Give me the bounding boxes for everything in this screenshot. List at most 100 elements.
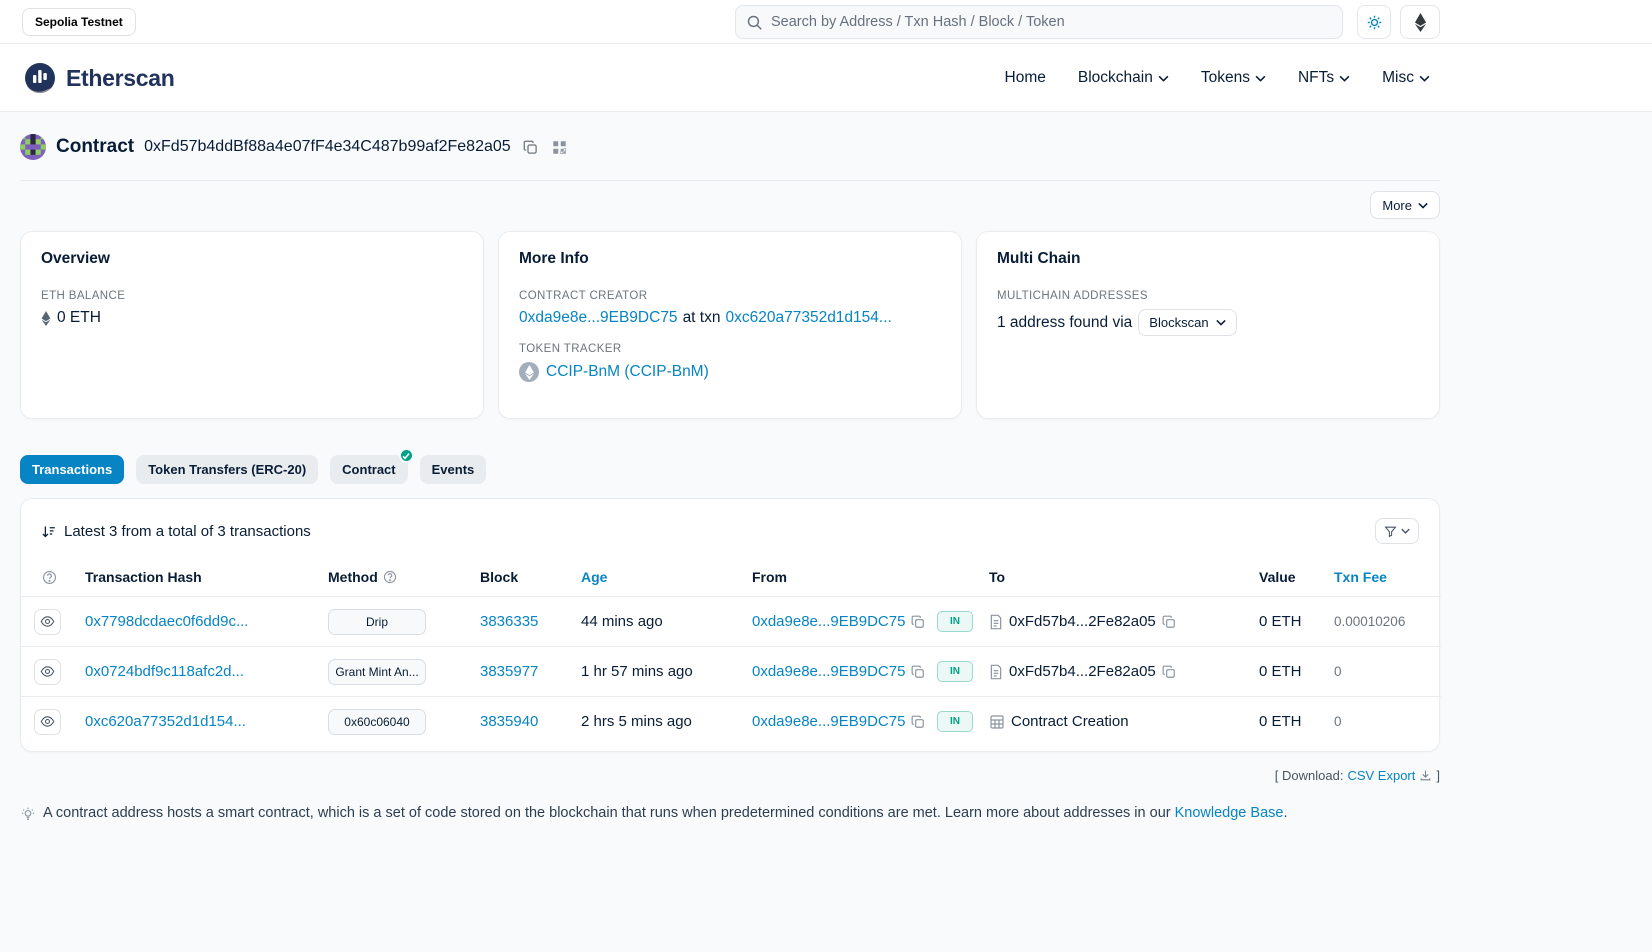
download-icon: [1419, 769, 1432, 782]
contract-address: 0xFd57b4ddBf88a4e07fF4e34C487b99af2Fe82a…: [144, 138, 511, 156]
eth-balance-value: 0 ETH: [41, 309, 463, 327]
table-header-row: Transaction Hash Method Block Age From T…: [21, 560, 1441, 597]
help-icon[interactable]: [42, 570, 57, 585]
method-badge[interactable]: 0x60c06040: [328, 709, 426, 735]
multichain-found-text: 1 address found via: [997, 314, 1132, 332]
qr-code-button[interactable]: [550, 138, 569, 157]
ethereum-icon: [1414, 13, 1427, 32]
nav-misc[interactable]: Misc: [1382, 69, 1430, 87]
main-header: Etherscan Home Blockchain Tokens NFTs Mi…: [0, 44, 1652, 112]
method-badge[interactable]: Grant Mint An...: [328, 659, 426, 685]
copy-icon: [1162, 665, 1176, 679]
more-dropdown-button[interactable]: More: [1370, 191, 1440, 219]
transaction-row: 0x7798dcdaec0f6dd9c... Drip 3836335 44 m…: [21, 597, 1441, 647]
direction-badge: IN: [937, 661, 973, 682]
col-txn-fee[interactable]: Txn Fee: [1326, 560, 1441, 597]
knowledge-base-link[interactable]: Knowledge Base: [1175, 805, 1284, 821]
direction-badge: IN: [937, 711, 973, 732]
copy-from-button[interactable]: [911, 665, 925, 679]
etherscan-logo[interactable]: Etherscan: [22, 60, 175, 96]
filter-button[interactable]: [1375, 518, 1419, 544]
search-icon: [746, 14, 763, 31]
tab-token-transfers[interactable]: Token Transfers (ERC-20): [136, 455, 318, 484]
download-suffix: ]: [1436, 768, 1440, 783]
eth-balance-label: ETH BALANCE: [41, 290, 463, 302]
transaction-hash-link[interactable]: 0xc620a77352d1d154...: [85, 713, 246, 730]
to-address[interactable]: 0xFd57b4...2Fe82a05: [1009, 663, 1156, 680]
value-text: 0 ETH: [1259, 663, 1302, 680]
age-text: 1 hr 57 mins ago: [581, 663, 693, 680]
network-switch-button[interactable]: [1400, 5, 1440, 39]
overview-card-title: Overview: [41, 250, 463, 268]
preview-transaction-button[interactable]: [34, 659, 61, 685]
copy-address-button[interactable]: [521, 138, 540, 157]
copy-to-button[interactable]: [1162, 665, 1176, 679]
copy-to-button[interactable]: [1162, 615, 1176, 629]
address-identicon: [20, 134, 46, 160]
footnote-suffix: .: [1283, 805, 1287, 821]
col-age[interactable]: Age: [573, 560, 744, 597]
page-title: Contract: [56, 136, 134, 158]
theme-toggle-button[interactable]: [1357, 5, 1391, 39]
file-icon: [989, 664, 1003, 680]
eye-icon: [40, 664, 55, 679]
help-icon[interactable]: [383, 570, 397, 584]
copy-from-button[interactable]: [911, 615, 925, 629]
block-link[interactable]: 3835940: [480, 713, 538, 730]
to-address[interactable]: Contract Creation: [1011, 713, 1129, 730]
txn-fee-text: 0.00010206: [1334, 614, 1405, 629]
copy-icon: [911, 665, 925, 679]
to-address[interactable]: 0xFd57b4...2Fe82a05: [1009, 613, 1156, 630]
tab-transactions[interactable]: Transactions: [20, 455, 124, 484]
multichain-provider-select[interactable]: Blockscan: [1138, 309, 1236, 336]
copy-from-button[interactable]: [911, 715, 925, 729]
direction-badge: IN: [937, 611, 973, 632]
creation-txn-link[interactable]: 0xc620a77352d1d154...: [725, 309, 891, 327]
preview-transaction-button[interactable]: [34, 609, 61, 635]
footnote-text: A contract address hosts a smart contrac…: [43, 805, 1171, 821]
from-address-link[interactable]: 0xda9e8e...9EB9DC75: [752, 613, 905, 630]
chevron-down-icon: [1216, 319, 1226, 326]
qr-code-icon: [552, 140, 567, 155]
csv-export-link[interactable]: CSV Export: [1347, 768, 1432, 783]
transactions-table: Transaction Hash Method Block Age From T…: [21, 560, 1441, 747]
nav-nfts[interactable]: NFTs: [1298, 69, 1350, 87]
method-badge[interactable]: Drip: [328, 609, 426, 635]
from-address-link[interactable]: 0xda9e8e...9EB9DC75: [752, 663, 905, 680]
transaction-row: 0x0724bdf9c118afc2d... Grant Mint An... …: [21, 647, 1441, 697]
transaction-hash-link[interactable]: 0x7798dcdaec0f6dd9c...: [85, 613, 248, 630]
nav-home[interactable]: Home: [1005, 69, 1046, 87]
multichain-addresses-label: MULTICHAIN ADDRESSES: [997, 290, 1419, 302]
value-text: 0 ETH: [1259, 613, 1302, 630]
at-txn-text: at txn: [683, 309, 721, 327]
token-tracker-link[interactable]: CCIP-BnM (CCIP-BnM): [546, 363, 709, 381]
block-link[interactable]: 3835977: [480, 663, 538, 680]
chevron-down-icon: [1158, 75, 1169, 82]
top-bar: Sepolia Testnet: [0, 0, 1652, 44]
chevron-down-icon: [1419, 75, 1430, 82]
copy-icon: [523, 140, 538, 155]
col-method: Method: [320, 560, 472, 597]
nav-tokens[interactable]: Tokens: [1201, 69, 1266, 87]
from-address-link[interactable]: 0xda9e8e...9EB9DC75: [752, 713, 905, 730]
nav-blockchain[interactable]: Blockchain: [1078, 69, 1169, 87]
copy-icon: [911, 715, 925, 729]
network-badge[interactable]: Sepolia Testnet: [22, 8, 136, 36]
multichain-card-title: Multi Chain: [997, 250, 1419, 268]
contract-title-row: Contract 0xFd57b4ddBf88a4e07fF4e34C487b9…: [20, 112, 1440, 180]
chevron-down-icon: [1418, 202, 1428, 209]
overview-card: Overview ETH BALANCE 0 ETH: [20, 231, 484, 419]
contract-creator-label: CONTRACT CREATOR: [519, 290, 941, 302]
tab-contract[interactable]: Contract: [330, 455, 407, 484]
more-info-card: More Info CONTRACT CREATOR 0xda9e8e...9E…: [498, 231, 962, 419]
transactions-panel: Latest 3 from a total of 3 transactions …: [20, 498, 1440, 752]
tab-events[interactable]: Events: [420, 455, 487, 484]
search-box[interactable]: [735, 5, 1343, 39]
eye-icon: [40, 614, 55, 629]
transactions-summary: Latest 3 from a total of 3 transactions: [41, 523, 311, 540]
transaction-hash-link[interactable]: 0x0724bdf9c118afc2d...: [85, 663, 244, 680]
block-link[interactable]: 3836335: [480, 613, 538, 630]
preview-transaction-button[interactable]: [34, 709, 61, 735]
search-input[interactable]: [771, 14, 1332, 30]
creator-address-link[interactable]: 0xda9e8e...9EB9DC75: [519, 309, 678, 327]
